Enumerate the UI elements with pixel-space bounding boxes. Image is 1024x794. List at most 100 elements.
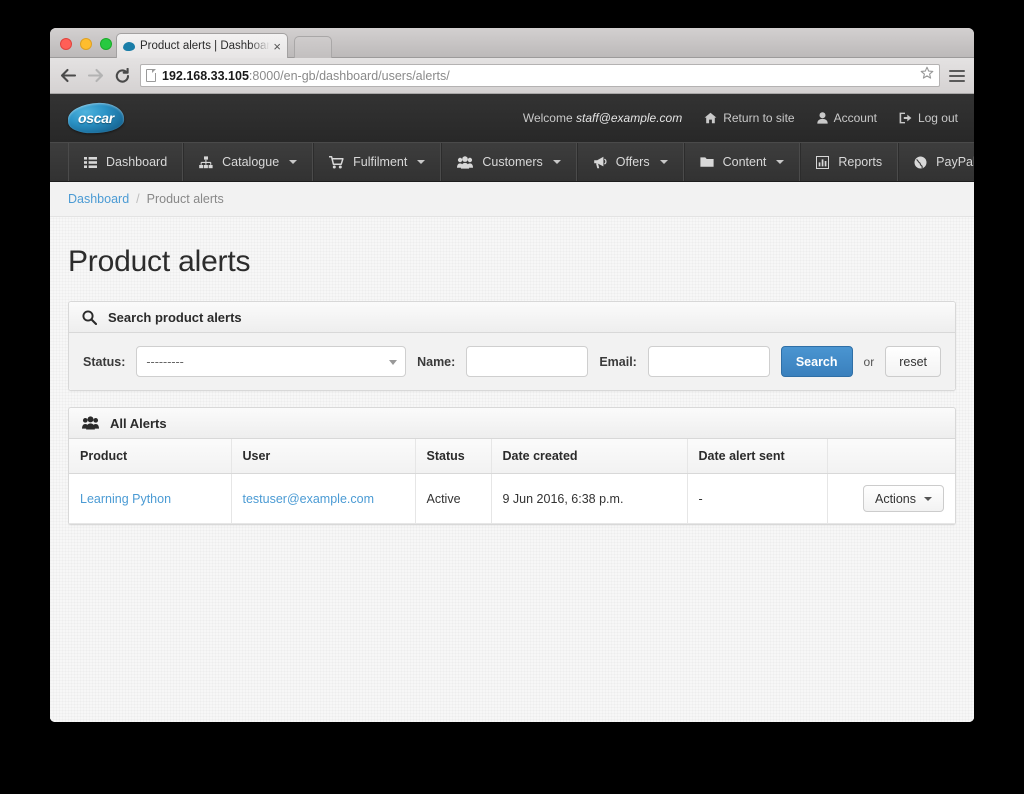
alerts-panel-heading: All Alerts	[110, 415, 167, 431]
column-header-actions	[827, 439, 955, 474]
main-navigation: Dashboard Catalogue Fulfilment Customers…	[50, 142, 974, 182]
folder-icon	[699, 157, 714, 167]
user-link[interactable]: testuser@example.com	[243, 492, 375, 506]
window-controls	[60, 38, 112, 50]
url-path: :8000/en-gb/dashboard/users/alerts/	[248, 68, 450, 83]
search-panel: Search product alerts Status: --------- …	[68, 301, 956, 391]
close-icon[interactable]: ×	[270, 40, 281, 53]
nav-item-fulfilment[interactable]: Fulfilment	[313, 143, 442, 181]
column-header-date-alert-sent: Date alert sent	[687, 439, 828, 474]
nav-label-fulfilment: Fulfilment	[353, 155, 408, 169]
page-content: Dashboard / Product alerts Product alert…	[50, 182, 974, 722]
welcome-message: Welcome staff@example.com	[523, 111, 682, 125]
group-icon	[82, 416, 99, 430]
breadcrumb-current: Product alerts	[146, 192, 224, 206]
list-icon	[84, 156, 97, 168]
search-icon	[82, 309, 97, 325]
status-label: Status:	[83, 354, 126, 369]
account-link[interactable]: Account	[816, 111, 877, 125]
actions-button[interactable]: Actions	[863, 485, 944, 512]
logout-icon	[899, 112, 912, 124]
forward-arrow-icon[interactable]	[86, 67, 104, 85]
nav-label-offers: Offers	[615, 155, 650, 169]
cell-product: Learning Python	[69, 473, 232, 524]
new-tab-button[interactable]	[294, 36, 332, 58]
breadcrumb-dashboard-link[interactable]: Dashboard	[68, 192, 129, 206]
sitemap-icon	[199, 155, 213, 168]
browser-toolbar: 192.168.33.105:8000/en-gb/dashboard/user…	[50, 58, 974, 94]
logout-label: Log out	[917, 111, 958, 125]
return-to-site-link[interactable]: Return to site	[704, 111, 795, 125]
search-form: Status: --------- Name: Email: Search or…	[83, 346, 941, 377]
chevron-down-icon	[659, 160, 668, 164]
alerts-panel-header: All Alerts	[69, 408, 955, 439]
column-header-user: User	[231, 439, 416, 474]
oscar-header: oscar Welcome staff@example.com Return t…	[50, 94, 974, 142]
bookmark-star-icon[interactable]	[920, 66, 934, 85]
name-input[interactable]	[466, 346, 589, 377]
header-right-links: Welcome staff@example.com Return to site…	[523, 111, 958, 125]
table-row: Learning Python testuser@example.com Act…	[69, 473, 955, 524]
reset-button[interactable]: reset	[885, 346, 941, 377]
breadcrumb-separator: /	[136, 192, 140, 206]
name-label: Name:	[417, 354, 456, 369]
chevron-down-icon	[776, 160, 785, 164]
oscar-logo[interactable]: oscar	[67, 102, 125, 134]
nav-label-paypal: PayPal	[936, 155, 974, 169]
product-link[interactable]: Learning Python	[80, 492, 171, 506]
address-bar[interactable]: 192.168.33.105:8000/en-gb/dashboard/user…	[140, 64, 940, 87]
home-icon	[704, 112, 717, 124]
status-select[interactable]: ---------	[136, 346, 407, 377]
nav-label-catalogue: Catalogue	[222, 155, 280, 169]
welcome-prefix: Welcome	[522, 111, 576, 125]
cell-status: Active	[415, 473, 492, 524]
alerts-panel: All Alerts Product User Status Date crea…	[68, 407, 956, 525]
nav-label-reports: Reports	[838, 155, 883, 169]
close-window-button[interactable]	[60, 38, 72, 50]
status-select-value: ---------	[146, 354, 184, 369]
return-to-site-label: Return to site	[723, 111, 795, 125]
actions-button-label: Actions	[875, 491, 916, 506]
nav-item-paypal[interactable]: PayPal	[898, 143, 974, 181]
email-input[interactable]	[647, 346, 770, 377]
table-header-row: Product User Status Date created Date al…	[69, 439, 955, 474]
chevron-down-icon	[924, 496, 932, 501]
account-label: Account	[833, 111, 877, 125]
logout-link[interactable]: Log out	[899, 111, 958, 125]
globe-icon	[914, 156, 927, 168]
back-arrow-icon[interactable]	[59, 67, 77, 85]
chevron-down-icon	[389, 359, 398, 365]
nav-item-dashboard[interactable]: Dashboard	[68, 143, 184, 181]
nav-item-reports[interactable]: Reports	[800, 143, 899, 181]
email-label: Email:	[599, 354, 637, 369]
reload-icon[interactable]	[113, 67, 131, 85]
cell-user: testuser@example.com	[231, 473, 416, 524]
address-bar-url: 192.168.33.105:8000/en-gb/dashboard/user…	[162, 69, 920, 83]
nav-item-customers[interactable]: Customers	[441, 143, 577, 181]
breadcrumb: Dashboard / Product alerts	[50, 182, 974, 217]
browser-window: Product alerts | Dashboard × 192.168.33.…	[50, 28, 974, 722]
alerts-table: Product User Status Date created Date al…	[69, 439, 955, 524]
nav-label-dashboard: Dashboard	[106, 155, 168, 169]
alerts-table-head: Product User Status Date created Date al…	[69, 439, 955, 474]
browser-tab-title: Product alerts | Dashboard	[140, 40, 271, 52]
megaphone-icon	[593, 156, 607, 168]
search-button[interactable]: Search	[780, 346, 853, 377]
hamburger-menu-icon[interactable]	[949, 69, 965, 82]
alerts-table-body: Learning Python testuser@example.com Act…	[69, 473, 955, 524]
user-icon	[816, 112, 828, 124]
minimize-window-button[interactable]	[80, 38, 92, 50]
cell-actions: Actions	[827, 473, 955, 524]
search-panel-header: Search product alerts	[69, 302, 955, 333]
oscar-blob-icon	[122, 41, 136, 51]
nav-item-offers[interactable]: Offers	[576, 143, 684, 181]
cell-date-alert-sent: -	[687, 473, 828, 524]
browser-tab-active[interactable]: Product alerts | Dashboard ×	[116, 33, 288, 58]
cell-date-created: 9 Jun 2016, 6:38 p.m.	[491, 473, 688, 524]
url-host: 192.168.33.105	[162, 68, 249, 83]
nav-item-content[interactable]: Content	[683, 143, 801, 181]
nav-label-customers: Customers	[482, 155, 543, 169]
column-header-date-created: Date created	[491, 439, 688, 474]
maximize-window-button[interactable]	[100, 38, 112, 50]
nav-item-catalogue[interactable]: Catalogue	[183, 143, 314, 181]
